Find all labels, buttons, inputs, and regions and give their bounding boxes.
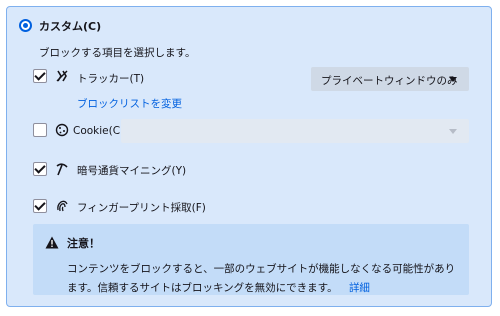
warning-text: コンテンツをブロックすると、一部のウェブサイトが機能しなくなる可能性があります。… bbox=[67, 263, 456, 294]
warning-title: 注意！ bbox=[67, 237, 100, 250]
fingerprinters-checkbox[interactable] bbox=[33, 199, 47, 213]
custom-description: ブロックする項目を選択します。 bbox=[39, 47, 196, 59]
cookie-checkbox[interactable] bbox=[33, 123, 47, 137]
warning-icon bbox=[45, 236, 59, 249]
fingerprinters-label[interactable]: フィンガープリント採取(F) bbox=[77, 200, 206, 215]
custom-radio-button[interactable] bbox=[19, 19, 32, 32]
trackers-label[interactable]: トラッカー(T) bbox=[77, 71, 144, 86]
blocking-warning-box: 注意！ コンテンツをブロックすると、一部のウェブサイトが機能しなくなる可能性があ… bbox=[33, 224, 469, 295]
chevron-down-icon bbox=[449, 129, 457, 134]
learn-more-link[interactable]: 詳細 bbox=[349, 282, 370, 294]
fingerprint-icon bbox=[55, 199, 69, 213]
custom-blocking-panel: カスタム(C) ブロックする項目を選択します。 トラッカー(T) プライベートウ… bbox=[6, 6, 492, 307]
cryptominers-label[interactable]: 暗号通貨マイニング(Y) bbox=[77, 163, 186, 178]
cryptominers-checkbox[interactable] bbox=[33, 162, 47, 176]
warning-body: コンテンツをブロックすると、一部のウェブサイトが機能しなくなる可能性があります。… bbox=[67, 260, 465, 298]
cryptominer-icon bbox=[55, 162, 69, 176]
trackers-checkbox[interactable] bbox=[33, 69, 47, 83]
trackers-scope-dropdown[interactable]: プライベートウィンドウのみ bbox=[311, 67, 469, 91]
trackers-scope-value: プライベートウィンドウのみ bbox=[321, 75, 458, 87]
chevron-down-icon bbox=[449, 77, 457, 82]
custom-radio-label[interactable]: カスタム(C) bbox=[39, 18, 101, 34]
tracker-icon bbox=[55, 69, 69, 83]
cookie-icon bbox=[55, 123, 69, 137]
cookie-label[interactable]: Cookie(C) bbox=[73, 125, 124, 137]
cookie-dropdown bbox=[121, 119, 469, 143]
change-blocklist-link[interactable]: ブロックリストを変更 bbox=[77, 96, 182, 111]
